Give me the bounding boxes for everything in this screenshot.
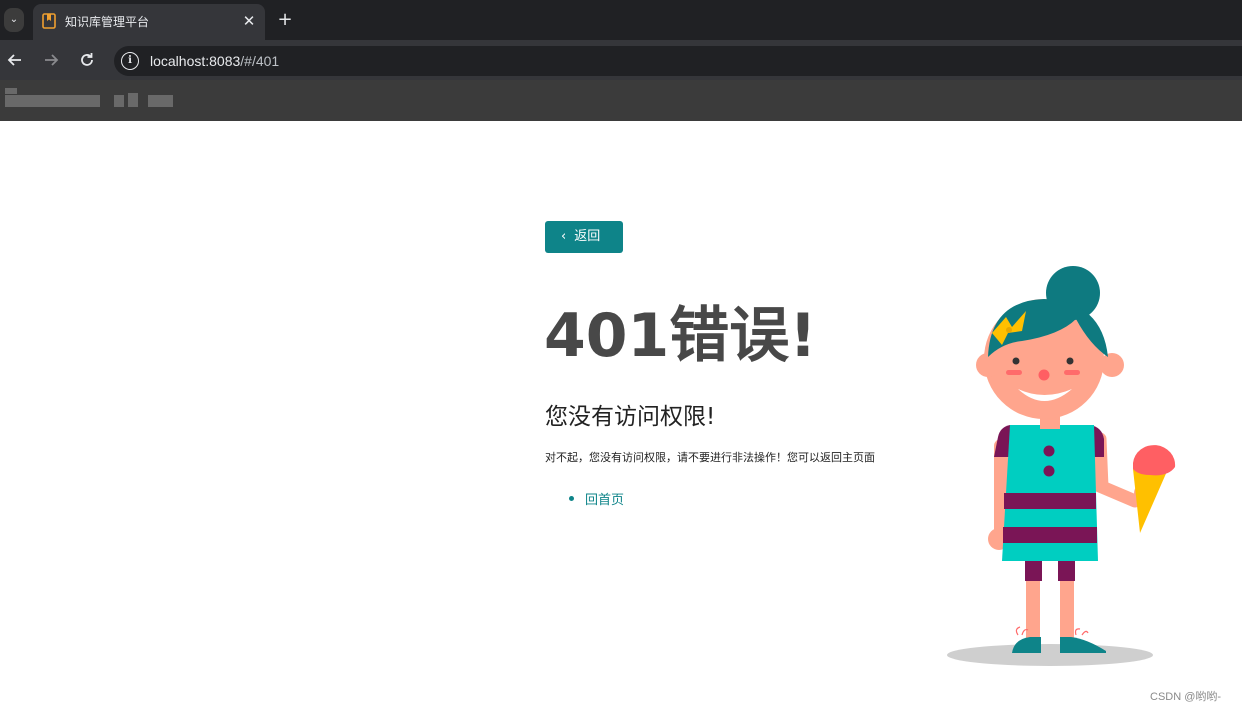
browser-toolbar: i localhost:8083/#/401 <box>0 40 1242 80</box>
site-info-icon[interactable]: i <box>121 52 139 70</box>
girl-ice-cream-illustration <box>947 266 1176 666</box>
back-button[interactable]: ‹ 返回 <box>545 221 623 253</box>
arrow-left-icon[interactable] <box>5 50 25 70</box>
blurred-bookmark <box>5 88 17 94</box>
address-bar[interactable]: i localhost:8083/#/401 <box>114 46 1242 76</box>
error-subtitle: 您没有访问权限! <box>545 404 716 430</box>
arrow-right-icon[interactable] <box>41 50 61 70</box>
plus-icon[interactable]: + <box>276 9 294 31</box>
bookmarks-bar <box>0 80 1242 121</box>
bookmark-icon <box>42 13 56 29</box>
address-url[interactable]: localhost:8083/#/401 <box>150 53 279 69</box>
browser-tab-strip: ⌄ 知识库管理平台 ✕ + <box>0 0 1242 40</box>
blurred-bookmark[interactable] <box>114 95 124 107</box>
blurred-bookmark[interactable] <box>5 95 100 107</box>
error-title: 401错误! <box>544 301 817 371</box>
home-link[interactable]: 回首页 <box>585 493 624 508</box>
blurred-bookmark[interactable] <box>148 95 173 107</box>
close-icon[interactable]: ✕ <box>241 12 257 30</box>
list-item: 回首页 <box>569 489 624 508</box>
tab-title: 知识库管理平台 <box>65 15 150 29</box>
back-button-label: 返回 <box>574 229 601 244</box>
reload-icon[interactable] <box>77 50 97 70</box>
csdn-watermark: CSDN @哟哟- <box>1150 691 1222 703</box>
link-list: 回首页 <box>569 489 624 508</box>
chevron-left-icon: ‹ <box>561 229 567 244</box>
error-description: 对不起，您没有访问权限，请不要进行非法操作！您可以返回主页面 <box>545 451 875 464</box>
browser-tab[interactable]: 知识库管理平台 ✕ <box>33 4 265 40</box>
blurred-bookmark[interactable] <box>128 93 138 107</box>
tab-search-icon[interactable]: ⌄ <box>4 8 24 32</box>
page-content: ‹ 返回 401错误! 您没有访问权限! 对不起，您没有访问权限，请不要进行非法操… <box>0 121 1242 711</box>
